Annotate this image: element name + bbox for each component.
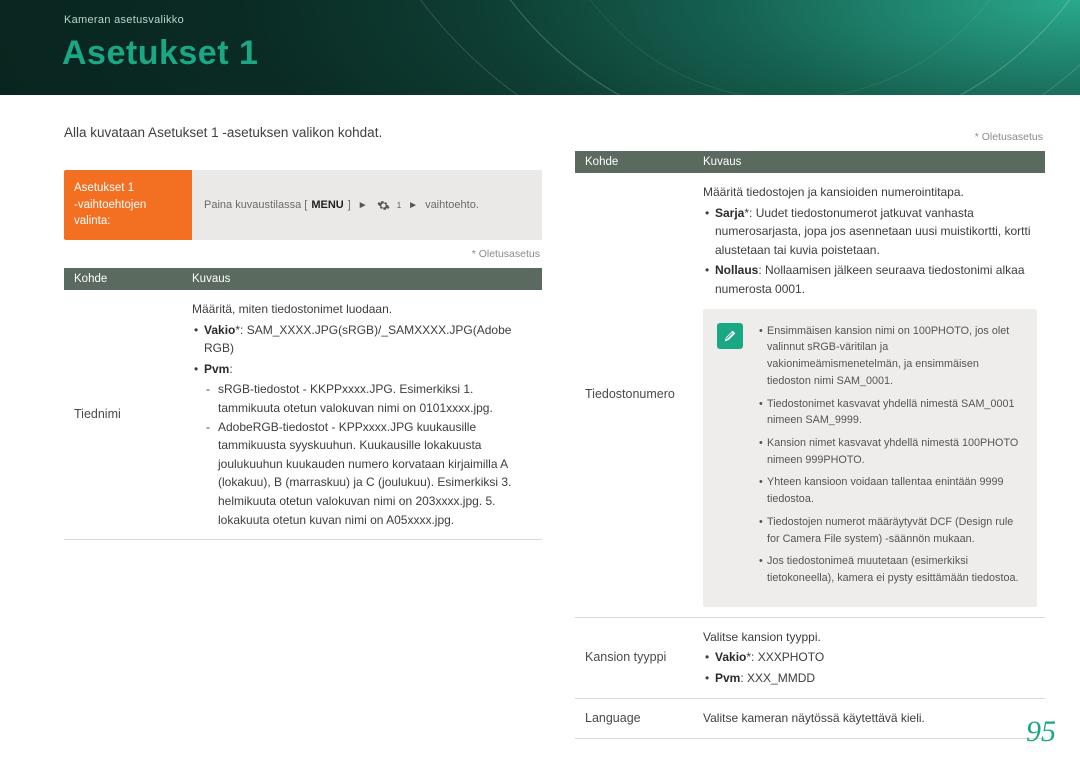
right-table: Kohde Kuvaus Tiedostonumero Määritä tied… bbox=[575, 151, 1045, 739]
table-row: Language Valitse kameran näytössä käytet… bbox=[575, 698, 1045, 738]
term-pvm: Pvm bbox=[715, 671, 740, 685]
cell-kuvaus: Valitse kansion tyyppi. Vakio*: XXXPHOTO… bbox=[693, 617, 1045, 698]
gear-subscript: 1 bbox=[397, 201, 401, 210]
instr-mid: ] bbox=[348, 199, 351, 211]
instr-line-1: Asetukset 1 bbox=[74, 182, 134, 194]
note-item: Ensimmäisen kansion nimi on 100PHOTO, jo… bbox=[757, 323, 1023, 390]
desc-line: Määritä tiedostojen ja kansioiden numero… bbox=[703, 185, 964, 199]
list-item: Pvm: sRGB-tiedostot - KKPPxxxx.JPG. Esim… bbox=[192, 360, 534, 529]
list-item: Vakio*: XXXPHOTO bbox=[703, 648, 1037, 667]
term-sarja: Sarja bbox=[715, 206, 744, 220]
menu-button-label: MENU bbox=[311, 199, 343, 211]
term-vakio: Vakio bbox=[204, 323, 235, 337]
arrow-right-icon: ► bbox=[358, 200, 368, 211]
left-column: Alla kuvataan Asetukset 1 -asetuksen val… bbox=[64, 125, 542, 540]
cell-kuvaus: Määritä, miten tiedostonimet luodaan. Va… bbox=[182, 290, 542, 540]
cell-kohde: Tiednimi bbox=[64, 290, 182, 540]
table-row: Kansion tyyppi Valitse kansion tyyppi. V… bbox=[575, 617, 1045, 698]
gear-icon bbox=[377, 198, 391, 212]
rest: *: SAM_XXXX.JPG(sRGB)/_SAMXXXX.JPG(Adobe… bbox=[204, 323, 511, 356]
breadcrumb: Kameran asetusvalikko bbox=[64, 14, 184, 26]
dash-item: sRGB-tiedostot - KKPPxxxx.JPG. Esimerkik… bbox=[204, 380, 534, 417]
rest: *: Uudet tiedostonumerot jatkuvat vanhas… bbox=[715, 206, 1031, 257]
th-kohde: Kohde bbox=[575, 151, 693, 173]
rest: : Nollaamisen jälkeen seuraava tiedoston… bbox=[715, 263, 1025, 296]
note-item: Tiedostojen numerot määräytyvät DCF (Des… bbox=[757, 514, 1023, 547]
list-item: Pvm: XXX_MMDD bbox=[703, 669, 1037, 688]
list-item: Vakio*: SAM_XXXX.JPG(sRGB)/_SAMXXXX.JPG(… bbox=[192, 321, 534, 358]
cell-kohde: Kansion tyyppi bbox=[575, 617, 693, 698]
dash-item: AdobeRGB-tiedostot - KPPxxxx.JPG kuukaus… bbox=[204, 418, 534, 530]
term-nollaus: Nollaus bbox=[715, 263, 758, 277]
list-item: Sarja*: Uudet tiedostonumerot jatkuvat v… bbox=[703, 204, 1037, 260]
instr-line-3: valinta: bbox=[74, 215, 110, 227]
table-row: Tiedostonumero Määritä tiedostojen ja ka… bbox=[575, 173, 1045, 617]
note-item: Tiedostonimet kasvavat yhdellä nimestä S… bbox=[757, 396, 1023, 429]
right-column: * Oletusasetus Kohde Kuvaus Tiedostonume… bbox=[575, 125, 1045, 739]
instr-suffix: vaihtoehto. bbox=[425, 199, 479, 211]
footnote-left: * Oletusasetus bbox=[64, 248, 540, 260]
instruction-label: Asetukset 1 -vaihtoehtojen valinta: bbox=[64, 170, 192, 240]
page-number: 95 bbox=[1026, 715, 1056, 749]
instruction-row: Asetukset 1 -vaihtoehtojen valinta: Pain… bbox=[64, 170, 542, 240]
instr-prefix: Paina kuvaustilassa [ bbox=[204, 199, 307, 211]
cell-kuvaus: Valitse kameran näytössä käytettävä kiel… bbox=[693, 698, 1045, 738]
page-title: Asetukset 1 bbox=[62, 34, 258, 73]
rest: : XXX_MMDD bbox=[740, 671, 815, 685]
instr-line-2: -vaihtoehtojen bbox=[74, 199, 146, 211]
footnote-right: * Oletusasetus bbox=[575, 131, 1043, 143]
intro-text: Alla kuvataan Asetukset 1 -asetuksen val… bbox=[64, 125, 542, 140]
arrow-right-icon: ► bbox=[408, 200, 418, 211]
rest: : bbox=[229, 362, 232, 376]
cell-kohde: Language bbox=[575, 698, 693, 738]
th-kuvaus: Kuvaus bbox=[693, 151, 1045, 173]
table-row: Tiednimi Määritä, miten tiedostonimet lu… bbox=[64, 290, 542, 540]
cell-kohde: Tiedostonumero bbox=[575, 173, 693, 617]
th-kuvaus: Kuvaus bbox=[182, 268, 542, 290]
note-item: Yhteen kansioon voidaan tallentaa enintä… bbox=[757, 474, 1023, 507]
note-icon bbox=[717, 323, 743, 349]
rest: *: XXXPHOTO bbox=[746, 650, 824, 664]
note-item: Jos tiedostonimeä muutetaan (esimerkiksi… bbox=[757, 553, 1023, 586]
desc-line: Määritä, miten tiedostonimet luodaan. bbox=[192, 302, 392, 316]
th-kohde: Kohde bbox=[64, 268, 182, 290]
left-table: Kohde Kuvaus Tiednimi Määritä, miten tie… bbox=[64, 268, 542, 540]
header-band: Kameran asetusvalikko Asetukset 1 bbox=[0, 0, 1080, 95]
desc-line: Valitse kansion tyyppi. bbox=[703, 630, 821, 644]
instruction-body: Paina kuvaustilassa [ MENU] ► 1 ► vaihtoe… bbox=[192, 170, 542, 240]
note-item: Kansion nimet kasvavat yhdellä nimestä 1… bbox=[757, 435, 1023, 468]
term-pvm: Pvm bbox=[204, 362, 229, 376]
note-list: Ensimmäisen kansion nimi on 100PHOTO, jo… bbox=[757, 321, 1023, 593]
list-item: Nollaus: Nollaamisen jälkeen seuraava ti… bbox=[703, 261, 1037, 298]
cell-kuvaus: Määritä tiedostojen ja kansioiden numero… bbox=[693, 173, 1045, 617]
term-vakio: Vakio bbox=[715, 650, 746, 664]
note-box: Ensimmäisen kansion nimi on 100PHOTO, jo… bbox=[703, 309, 1037, 607]
